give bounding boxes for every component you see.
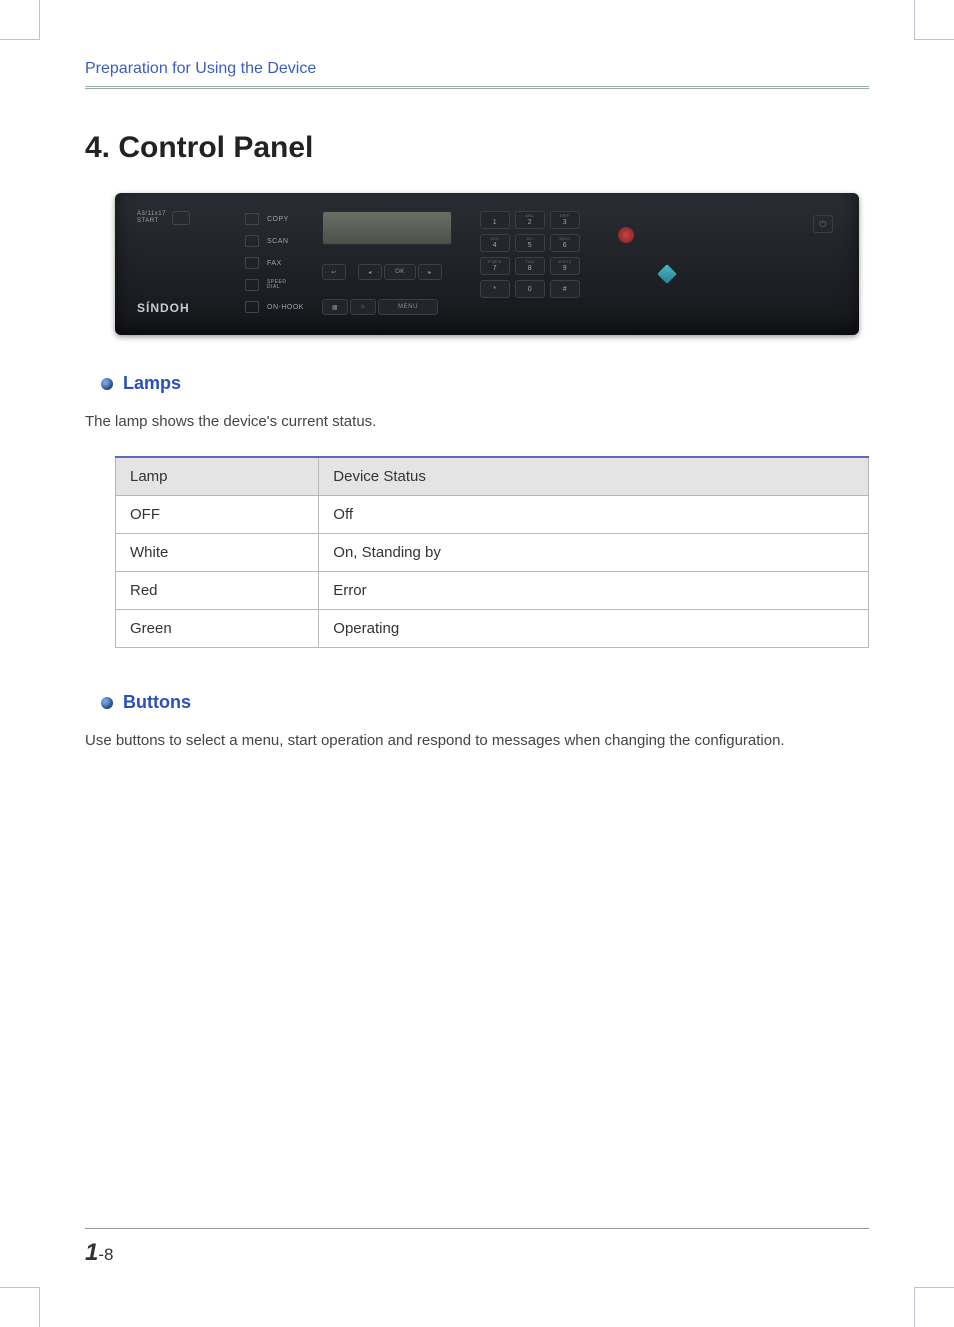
key-8: TUV8	[515, 257, 545, 275]
numeric-keypad: .1 ABC2 DEF3 GHI4 JKL5 MNO6 PQRS7 TUV8 W…	[480, 211, 580, 298]
key-2: ABC2	[515, 211, 545, 229]
table-row: RedError	[116, 572, 869, 610]
lcd-screen	[322, 211, 452, 245]
key-1: .1	[480, 211, 510, 229]
book-button: ▦	[322, 299, 348, 315]
stop-button	[618, 227, 634, 243]
mode-copy: COPY	[267, 216, 289, 223]
buttons-description: Use buttons to select a menu, start oper…	[85, 729, 869, 753]
table-header: Device Status	[319, 457, 869, 496]
page-footer: 1-8	[85, 1228, 869, 1267]
lamps-table: LampDevice Status OFFOff WhiteOn, Standi…	[115, 456, 869, 648]
power-button: ⏻	[813, 215, 833, 233]
id-start-label: A3/11x17 START	[137, 211, 166, 225]
right-button: ▸	[418, 264, 442, 280]
key-4: GHI4	[480, 234, 510, 252]
table-header: Lamp	[116, 457, 319, 496]
mode-led	[245, 213, 259, 225]
start-button	[657, 264, 677, 284]
page-number: 1-8	[85, 1245, 113, 1264]
lamps-description: The lamp shows the device's current stat…	[85, 410, 869, 434]
page-header: Preparation for Using the Device	[85, 60, 869, 89]
page-title: 4. Control Panel	[85, 131, 869, 165]
mode-on-hook: ON-HOOK	[267, 304, 304, 311]
section-title-buttons: Buttons	[123, 692, 191, 713]
home-button: ⌂	[350, 299, 376, 315]
bullet-icon	[101, 697, 113, 709]
mode-led	[245, 257, 259, 269]
back-button: ↩	[322, 264, 346, 280]
table-row: OFFOff	[116, 496, 869, 534]
control-panel-image: A3/11x17 START SÍNDOH COPY SCAN FAX SPEE…	[115, 193, 859, 335]
key-0: 0	[515, 280, 545, 298]
brand-logo: SÍNDOH	[137, 301, 227, 315]
section-title-lamps: Lamps	[123, 373, 181, 394]
key-3: DEF3	[550, 211, 580, 229]
mode-led	[245, 279, 259, 291]
key-hash: #	[550, 280, 580, 298]
key-7: PQRS7	[480, 257, 510, 275]
id-start-button	[172, 211, 190, 225]
mode-led	[245, 301, 259, 313]
left-button: ◂	[358, 264, 382, 280]
key-6: MNO6	[550, 234, 580, 252]
menu-button: MENU	[378, 299, 438, 315]
ok-button: OK	[384, 264, 416, 280]
table-row: GreenOperating	[116, 610, 869, 648]
mode-speed-dial: SPEED DIAL	[267, 280, 286, 291]
table-row: WhiteOn, Standing by	[116, 534, 869, 572]
key-9: WXYZ9	[550, 257, 580, 275]
mode-fax: FAX	[267, 260, 282, 267]
key-5: JKL5	[515, 234, 545, 252]
mode-scan: SCAN	[267, 238, 288, 245]
bullet-icon	[101, 378, 113, 390]
key-star: *	[480, 280, 510, 298]
mode-led	[245, 235, 259, 247]
